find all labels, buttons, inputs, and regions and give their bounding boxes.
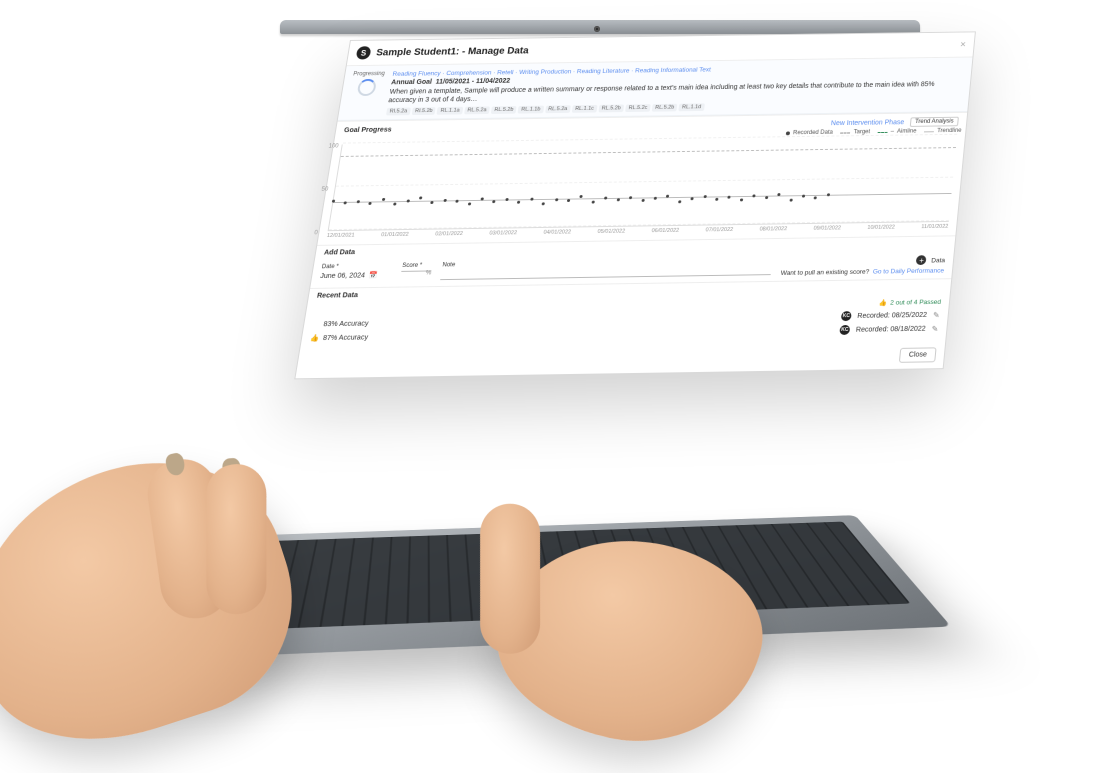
data-point[interactable] [691, 197, 694, 200]
x-tick-label: 05/01/2022 [597, 229, 625, 235]
add-data-title: Add Data [323, 249, 355, 256]
recorded-date: Recorded: 08/18/2022 [856, 325, 926, 333]
progress-ring-icon [357, 79, 377, 96]
pull-score-prompt: Want to pull an existing score? [780, 269, 869, 277]
data-point[interactable] [567, 199, 570, 202]
data-point[interactable] [492, 200, 495, 203]
close-icon[interactable]: × [960, 39, 967, 49]
thumb-neutral-icon [312, 320, 321, 330]
modal-title: Sample Student1: - Manage Data [376, 45, 530, 57]
data-point[interactable] [740, 198, 743, 201]
date-label: Date * [321, 263, 392, 270]
data-point[interactable] [827, 194, 830, 197]
date-input[interactable]: June 06, 2024 [320, 272, 366, 280]
data-point[interactable] [382, 198, 385, 201]
x-tick-label: 07/01/2022 [705, 227, 733, 233]
x-tick-label: 06/01/2022 [651, 228, 679, 234]
goal-type-label: Annual Goal [391, 79, 433, 86]
laptop-camera [594, 26, 600, 32]
data-point[interactable] [814, 196, 817, 199]
data-point[interactable] [641, 199, 644, 202]
data-point[interactable] [431, 201, 434, 204]
new-intervention-phase-link[interactable]: New Intervention Phase [831, 119, 905, 127]
x-tick-label: 10/01/2022 [867, 225, 895, 231]
x-tick-label: 08/01/2022 [759, 226, 787, 232]
x-tick-label: 03/01/2022 [489, 230, 517, 236]
accuracy-label: 87% Accuracy [322, 334, 368, 342]
recent-data-title: Recent Data [316, 292, 358, 300]
daily-performance-link[interactable]: Go to Daily Performance [872, 268, 944, 276]
data-point[interactable] [555, 199, 558, 202]
data-point[interactable] [368, 202, 371, 205]
data-point[interactable] [616, 199, 619, 202]
x-tick-label: 11/01/2022 [921, 224, 949, 230]
standard-chip[interactable]: RI.5.2a [386, 108, 411, 116]
hand-left [0, 427, 322, 773]
data-point[interactable] [654, 197, 657, 200]
goal-date-range: 11/05/2021 - 11/04/2022 [435, 78, 510, 86]
x-tick-label: 02/01/2022 [435, 231, 463, 237]
modal-window: S Sample Student1: - Manage Data × Progr… [294, 31, 976, 379]
data-point[interactable] [789, 199, 792, 202]
score-label: Score * [402, 263, 433, 269]
edit-icon[interactable]: ✎ [933, 310, 941, 319]
x-tick-label: 12/01/2021 [326, 233, 355, 239]
standard-chip[interactable]: RL.5.2a [464, 107, 490, 115]
data-point[interactable] [715, 198, 718, 201]
standard-chip[interactable]: RL.5.2b [598, 105, 624, 113]
edit-icon[interactable]: ✎ [931, 324, 939, 333]
thumbs-up-icon: 👍 [309, 334, 319, 342]
standard-chip[interactable]: RL.5.2c [625, 104, 651, 112]
data-point[interactable] [703, 196, 706, 199]
add-data-button[interactable]: + [916, 255, 927, 265]
standard-chip[interactable]: RL.1.1d [679, 104, 705, 112]
close-button[interactable]: Close [899, 348, 937, 363]
goal-progress-chart: 050100 [328, 136, 957, 231]
data-point[interactable] [419, 196, 422, 199]
standard-chip[interactable]: RL.5.2b [652, 104, 678, 112]
passed-summary: 2 out of 4 Passed [890, 299, 941, 307]
standard-chip[interactable]: RL.5.2a [545, 105, 571, 113]
data-point[interactable] [802, 195, 805, 198]
add-data-button-label: Data [931, 258, 945, 265]
data-point[interactable] [455, 200, 458, 203]
accuracy-label: 83% Accuracy [323, 320, 369, 328]
laptop-frame-top [280, 20, 920, 34]
standard-chip[interactable]: RL.1.1c [572, 105, 598, 113]
data-point[interactable] [517, 201, 520, 204]
recorded-date: Recorded: 08/25/2022 [857, 312, 927, 320]
data-point[interactable] [467, 202, 470, 205]
data-point[interactable] [406, 200, 409, 203]
goal-progress-title: Goal Progress [344, 126, 393, 133]
standard-chip[interactable]: RL.1.1b [518, 106, 544, 114]
data-point[interactable] [604, 197, 607, 200]
progress-status-label: Progressing [353, 71, 385, 77]
data-point[interactable] [344, 202, 347, 205]
trend-analysis-button[interactable]: Trend Analysis [910, 117, 959, 127]
data-point[interactable] [728, 196, 731, 199]
x-tick-label: 01/01/2022 [381, 232, 409, 238]
goal-info-bar: Progressing Reading Fluency · Comprehens… [338, 57, 973, 121]
recorder-badge: KC [841, 311, 852, 321]
recorder-badge: KC [839, 325, 850, 335]
data-point[interactable] [765, 196, 768, 199]
x-tick-label: 09/01/2022 [813, 226, 841, 232]
score-input[interactable] [401, 271, 431, 272]
x-tick-label: 04/01/2022 [543, 230, 571, 236]
data-point[interactable] [393, 203, 396, 206]
data-point[interactable] [678, 200, 681, 203]
data-point[interactable] [580, 195, 583, 198]
standard-chip[interactable]: RL.5.2b [491, 106, 517, 114]
thumbs-up-icon: 👍 [879, 299, 888, 307]
data-point[interactable] [542, 202, 545, 205]
student-avatar: S [356, 46, 372, 59]
data-point[interactable] [591, 201, 594, 204]
standard-chip[interactable]: RL.1.1a [437, 107, 463, 115]
standard-chip[interactable]: RI.5.2b [411, 107, 436, 115]
data-point[interactable] [505, 198, 508, 201]
calendar-icon[interactable]: 📅 [368, 271, 378, 279]
